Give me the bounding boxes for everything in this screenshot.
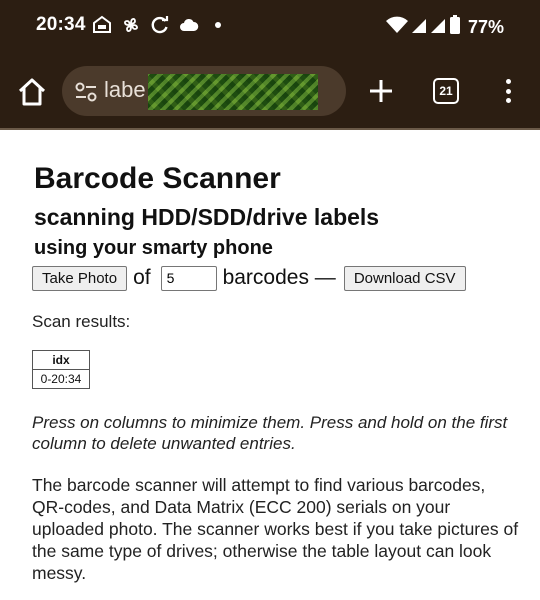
url-redaction-overlay bbox=[148, 74, 318, 110]
signal-icon bbox=[411, 16, 427, 39]
download-csv-button[interactable]: Download CSV bbox=[343, 265, 466, 291]
take-photo-button[interactable]: Take Photo bbox=[32, 265, 128, 291]
menu-dot bbox=[505, 79, 511, 84]
system-icons: 77% bbox=[385, 15, 504, 40]
page-title: Barcode Scanner bbox=[34, 162, 281, 195]
dot-icon bbox=[208, 15, 228, 35]
menu-dot bbox=[505, 88, 511, 94]
site-settings-icon[interactable] bbox=[74, 81, 98, 103]
scan-results-label: Scan results: bbox=[32, 312, 131, 331]
new-tab-button[interactable] bbox=[366, 76, 396, 106]
status-bar: 20:34 77% bbox=[0, 0, 540, 56]
plus-icon bbox=[370, 80, 392, 102]
table-cell[interactable]: 0-20:34 bbox=[32, 369, 90, 389]
battery-icon bbox=[449, 15, 461, 40]
table-header-idx[interactable]: idx bbox=[32, 350, 90, 370]
car-assist-icon bbox=[92, 15, 112, 35]
of-label: of bbox=[133, 266, 151, 289]
home-icon bbox=[18, 78, 46, 106]
page-subtitle: scanning HDD/SDD/drive labels bbox=[34, 204, 380, 230]
menu-dot bbox=[505, 98, 511, 103]
barcodes-label: barcodes — bbox=[222, 266, 336, 289]
more-menu-button[interactable] bbox=[500, 76, 516, 106]
address-bar[interactable]: labe bbox=[62, 66, 346, 116]
description-text: The barcode scanner will attempt to find… bbox=[32, 475, 519, 583]
browser-toolbar: labe 21 bbox=[0, 56, 540, 130]
barcode-count-input[interactable] bbox=[160, 265, 217, 291]
scan-controls: Take Photo of barcodes — Download CSV bbox=[32, 263, 466, 293]
home-button[interactable] bbox=[16, 76, 48, 108]
url-text[interactable]: labe bbox=[104, 77, 146, 103]
sync-icon bbox=[150, 15, 170, 35]
page-subtitle-2: using your smarty phone bbox=[34, 237, 273, 259]
usage-note: Press on columns to minimize them. Press… bbox=[32, 413, 508, 453]
signal-icon bbox=[430, 16, 446, 39]
cloud-icon bbox=[179, 15, 199, 35]
battery-percent: 77% bbox=[467, 17, 504, 37]
notification-icons bbox=[92, 15, 228, 35]
tab-switcher-button[interactable]: 21 bbox=[433, 78, 459, 104]
results-table: idx 0-20:34 bbox=[32, 350, 90, 389]
pinwheel-icon bbox=[121, 15, 141, 35]
wifi-icon bbox=[385, 16, 408, 39]
table-row[interactable]: 0-20:34 bbox=[32, 369, 90, 389]
status-time: 20:34 bbox=[36, 14, 86, 35]
tab-count: 21 bbox=[439, 84, 453, 98]
